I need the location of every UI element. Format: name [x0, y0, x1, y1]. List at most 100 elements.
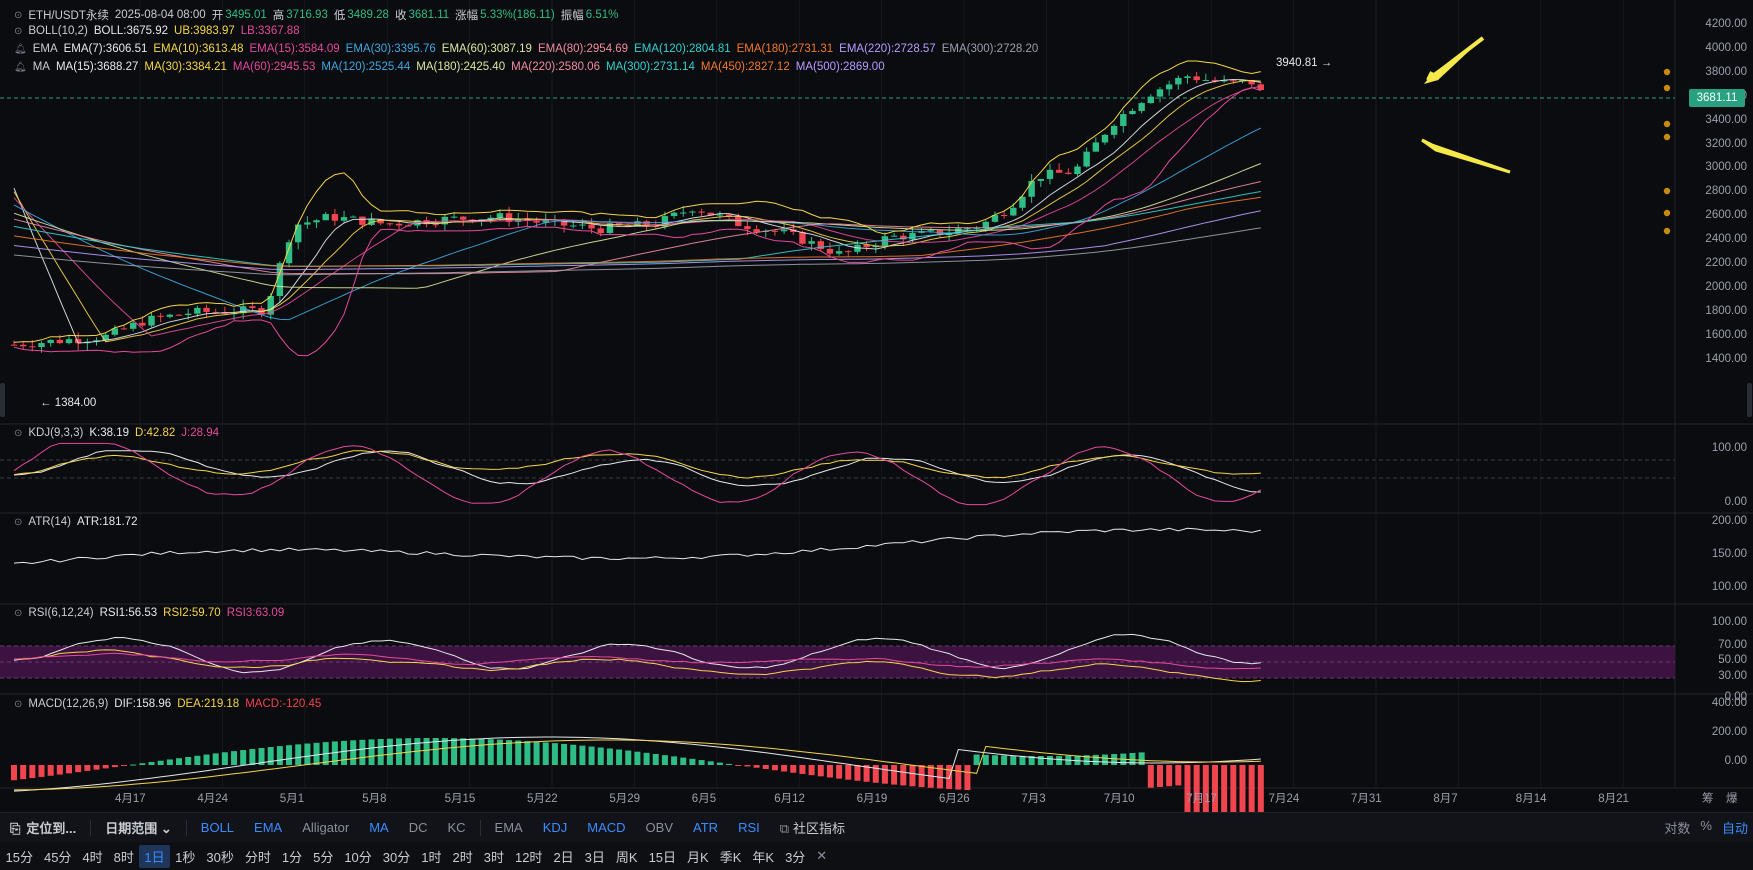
indicator-ma[interactable]: MA	[359, 820, 399, 835]
locate-button[interactable]: ⎘ 定位到...	[0, 818, 86, 837]
collapse-icon[interactable]: ⊙	[14, 699, 22, 710]
ma-value: MA(450):2827.12	[700, 61, 790, 73]
interval-月K[interactable]: 月K	[682, 847, 715, 866]
atr-name[interactable]: ATR(14)	[28, 516, 71, 528]
ema-value: EMA(300):2728.20	[941, 43, 1039, 55]
candle-body	[1230, 80, 1237, 82]
close-icon[interactable]: ✕	[811, 848, 833, 864]
ma-name[interactable]: MA	[33, 61, 50, 73]
ema-value: EMA(15):3584.09	[249, 43, 340, 55]
interval-5分[interactable]: 5分	[308, 847, 339, 866]
indicator-ema[interactable]: EMA	[244, 820, 292, 835]
right-scroll-handle[interactable]	[1747, 383, 1752, 417]
alert-marker-icon[interactable]	[1663, 209, 1671, 217]
sub-indicator-atr[interactable]: ATR	[683, 820, 728, 835]
chips-label[interactable]: 筹	[1702, 790, 1714, 806]
candle-body	[1165, 84, 1173, 90]
liquidation-label[interactable]: 爆	[1726, 790, 1738, 806]
interval-1秒[interactable]: 1秒	[170, 847, 201, 866]
interval-3日[interactable]: 3日	[579, 847, 610, 866]
amp-value: 6.51%	[585, 9, 619, 21]
scale-option[interactable]: %	[1695, 818, 1717, 837]
scale-option[interactable]: 自动	[1717, 818, 1753, 837]
interval-1分[interactable]: 1分	[276, 847, 307, 866]
indicator-dc[interactable]: DC	[399, 820, 438, 835]
candle-body	[10, 344, 18, 346]
alert-marker-icon[interactable]	[1663, 84, 1671, 92]
kdj-name[interactable]: KDJ(9,3,3)	[28, 427, 83, 439]
indicator-boll[interactable]: BOLL	[191, 820, 244, 835]
boll-value: LB:3367.88	[240, 25, 300, 37]
macd-bar	[991, 755, 998, 765]
macd-bar	[1001, 755, 1008, 765]
interval-1时[interactable]: 1时	[416, 847, 447, 866]
interval-1日[interactable]: 1日	[139, 844, 170, 868]
bell-icon[interactable]: 🔔︎	[14, 44, 27, 55]
macd-bar	[1147, 765, 1154, 788]
sub-indicator-ema[interactable]: EMA	[485, 820, 533, 835]
indicator-alligator[interactable]: Alligator	[292, 820, 359, 835]
interval-年K[interactable]: 年K	[747, 847, 780, 866]
collapse-icon[interactable]: ⊙	[14, 608, 22, 619]
macd-bar	[698, 760, 705, 765]
collapse-icon[interactable]: ⊙	[14, 517, 22, 528]
candle-body	[1175, 77, 1182, 85]
collapse-icon[interactable]: ⊙	[14, 26, 22, 37]
interval-周K[interactable]: 周K	[610, 847, 643, 866]
macd-name[interactable]: MACD(12,26,9)	[28, 698, 108, 710]
interval-10分[interactable]: 10分	[339, 847, 377, 866]
interval-15分[interactable]: 15分	[0, 847, 38, 866]
alert-marker-icon[interactable]	[1663, 187, 1671, 195]
collapse-icon[interactable]: ⊙	[14, 10, 22, 21]
rsi-name[interactable]: RSI(6,12,24)	[28, 607, 93, 619]
candle-body	[845, 251, 852, 253]
boll-name[interactable]: BOLL(10,2)	[28, 25, 87, 37]
interval-45分[interactable]: 45分	[38, 847, 76, 866]
macd-bar	[515, 740, 522, 765]
candle-body	[927, 230, 934, 232]
candle-body	[1055, 169, 1063, 173]
interval-3分[interactable]: 3分	[780, 847, 811, 866]
date-tick: 7月10	[1103, 793, 1135, 805]
sub-indicator-rsi[interactable]: RSI	[728, 820, 770, 835]
main-chart-canvas[interactable]	[0, 0, 1753, 812]
interval-12时[interactable]: 12时	[509, 847, 547, 866]
community-indicators-button[interactable]: ⧉ 社区指标	[770, 818, 855, 837]
alert-marker-icon[interactable]	[1663, 120, 1671, 128]
sub-indicator-macd[interactable]: MACD	[577, 820, 635, 835]
date-range-button[interactable]: 日期范围 ⌄	[95, 818, 182, 837]
macd-bar	[240, 750, 247, 765]
interval-30秒[interactable]: 30秒	[201, 847, 239, 866]
interval-30分[interactable]: 30分	[377, 847, 415, 866]
scale-option[interactable]: 对数	[1659, 818, 1695, 837]
collapse-icon[interactable]: ⊙	[14, 428, 22, 439]
candle-body	[689, 211, 696, 213]
macd-bar	[817, 765, 824, 777]
candle-body	[295, 224, 302, 243]
date-tick: 8月7	[1433, 793, 1458, 805]
interval-15日[interactable]: 15日	[643, 847, 681, 866]
ema-name[interactable]: EMA	[33, 43, 58, 55]
sub-indicator-kdj[interactable]: KDJ	[533, 820, 578, 835]
macd-bar	[661, 755, 668, 765]
interval-4时[interactable]: 4时	[77, 847, 108, 866]
interval-8时[interactable]: 8时	[108, 847, 139, 866]
interval-分时[interactable]: 分时	[239, 847, 276, 866]
interval-季K[interactable]: 季K	[714, 847, 747, 866]
interval-2日[interactable]: 2日	[548, 847, 579, 866]
macd-bar	[671, 756, 678, 765]
macd-bar	[1239, 765, 1246, 812]
sub-indicator-obv[interactable]: OBV	[636, 820, 683, 835]
candle-body	[1120, 114, 1127, 126]
left-scroll-handle[interactable]	[0, 383, 5, 417]
interval-2时[interactable]: 2时	[447, 847, 478, 866]
chart-stage[interactable]: ⊙ ETH/USDT永续 2025-08-04 08:00 开 3495.01 高…	[0, 0, 1753, 870]
alert-marker-icon[interactable]	[1663, 227, 1671, 235]
alert-marker-icon[interactable]	[1663, 133, 1671, 141]
interval-3时[interactable]: 3时	[478, 847, 509, 866]
bell-icon[interactable]: 🔔︎	[14, 62, 27, 73]
candle-body	[1129, 110, 1136, 115]
indicator-kc[interactable]: KC	[437, 820, 475, 835]
alert-marker-icon[interactable]	[1663, 68, 1671, 76]
macd-bar	[845, 765, 852, 780]
